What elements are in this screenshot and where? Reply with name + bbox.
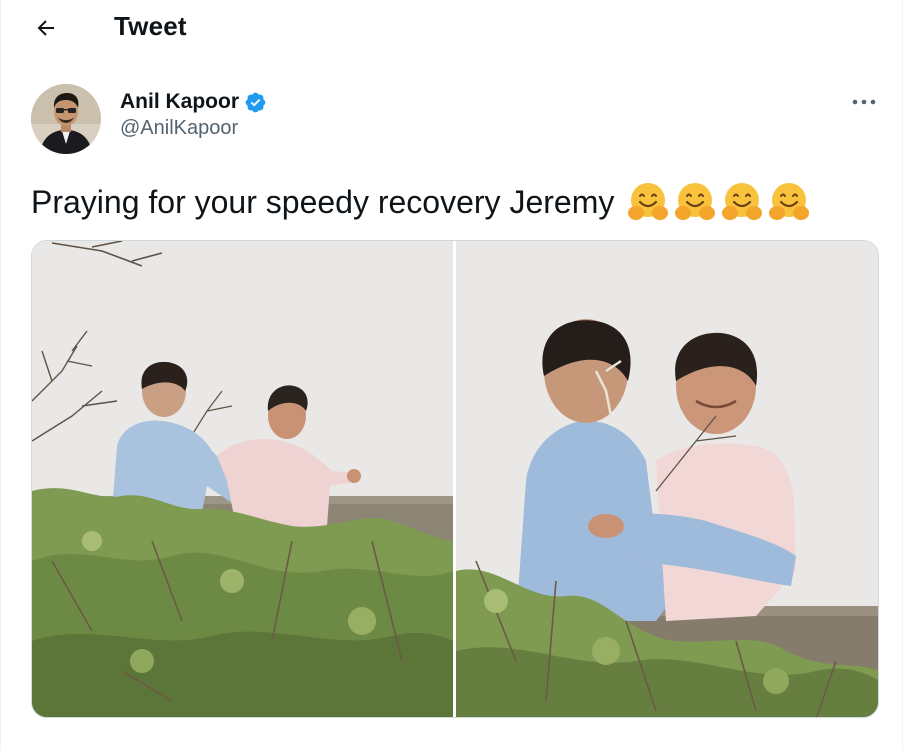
tweet-photo-2[interactable]: [456, 241, 878, 717]
emoji-group: [626, 180, 811, 224]
back-button[interactable]: [28, 10, 64, 46]
top-bar: Tweet: [1, 0, 902, 56]
hugging-face-emoji: [675, 183, 716, 220]
verified-badge-icon: [244, 91, 267, 114]
tweet-author: Anil Kapoor @AnilKapoor: [31, 84, 267, 154]
photo-two-men-greeting-on-rooftop: [32, 241, 453, 717]
tweet-text-content: Praying for your speedy recovery Jeremy: [31, 184, 615, 220]
author-names: Anil Kapoor @AnilKapoor: [120, 90, 267, 140]
tweet-detail-page: Tweet Anil Kapoor @AnilKapoor Praying fo…: [0, 0, 903, 750]
tweet-text: Praying for your speedy recovery Jeremy: [31, 180, 811, 224]
page-title: Tweet: [114, 11, 187, 41]
more-options-button[interactable]: [847, 88, 881, 116]
tweet-media: [31, 240, 879, 718]
avatar-photo: [31, 84, 101, 154]
hugging-face-emoji: [769, 183, 810, 220]
display-name[interactable]: Anil Kapoor: [120, 90, 239, 114]
tweet-photo-1[interactable]: [32, 241, 453, 717]
hugging-face-emoji: [722, 183, 763, 220]
photo-two-men-hugging-on-rooftop: [456, 241, 878, 717]
author-handle[interactable]: @AnilKapoor: [120, 117, 267, 140]
arrow-left-icon: [37, 20, 54, 36]
display-name-row: Anil Kapoor: [120, 90, 267, 114]
more-options-icon: [852, 99, 876, 105]
hugging-face-emoji: [628, 183, 669, 220]
avatar[interactable]: [31, 84, 101, 154]
